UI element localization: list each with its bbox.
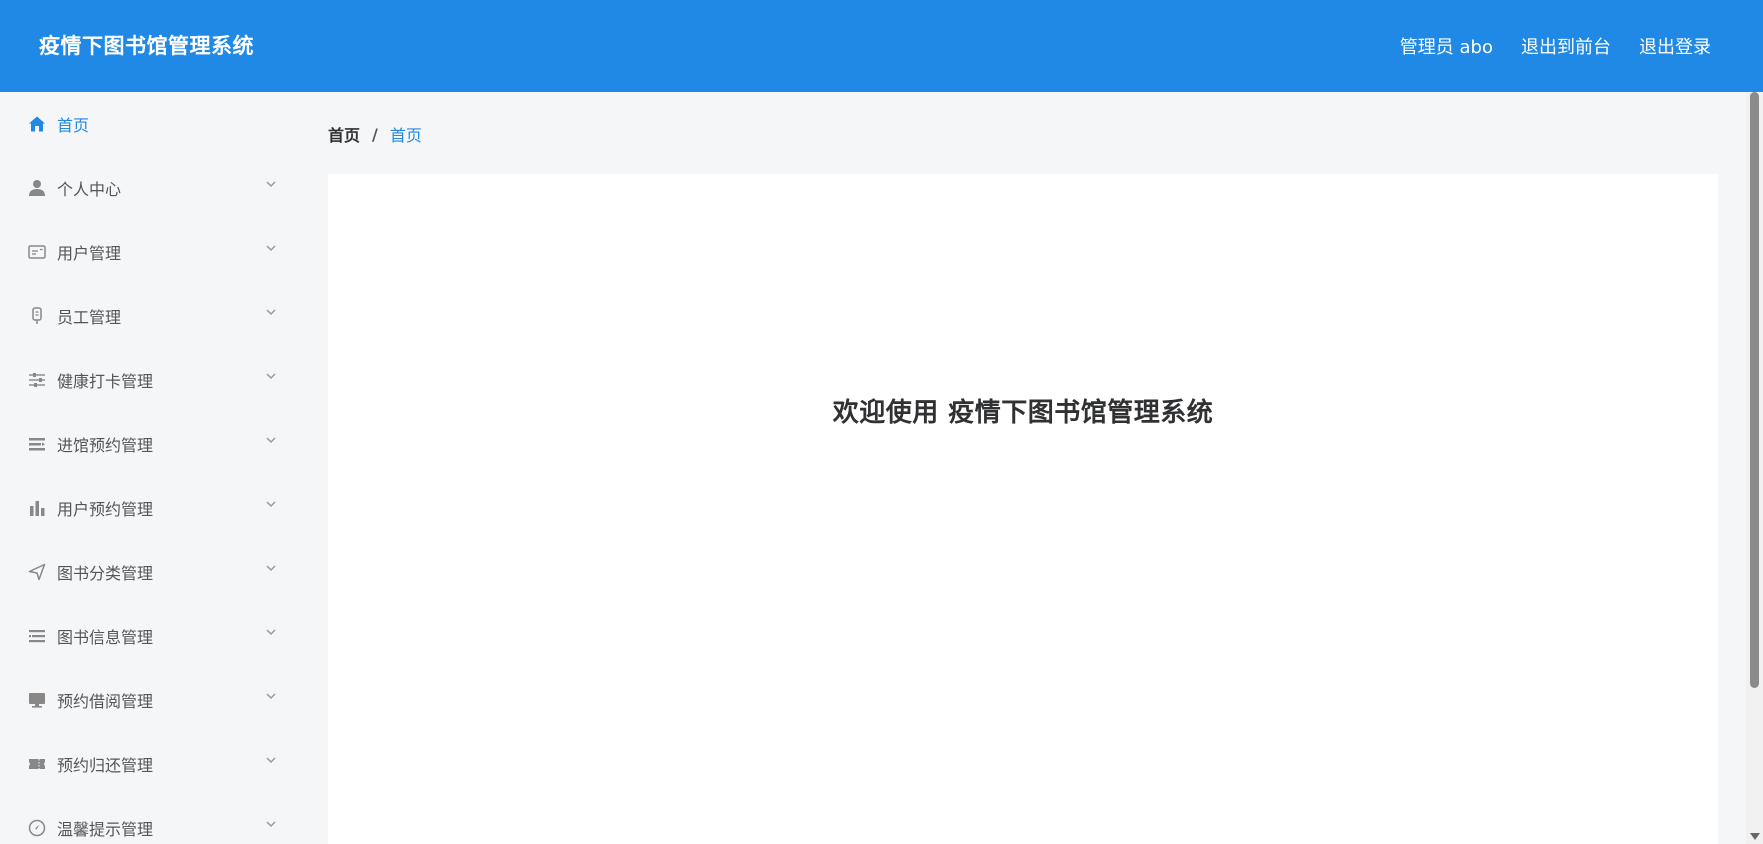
sidebar-item-label: 预约借阅管理 xyxy=(57,692,154,711)
main-area: 首页 / 首页 欢迎使用 疫情下图书馆管理系统 xyxy=(300,92,1746,844)
scrollbar-thumb[interactable] xyxy=(1750,92,1759,688)
sidebar-item-label: 预约归还管理 xyxy=(57,756,154,775)
sidebar-item-return-reservation[interactable]: 预约归还管理 xyxy=(0,732,300,796)
chevron-down-icon xyxy=(266,373,276,380)
user-icon xyxy=(27,178,47,198)
chevron-down-icon xyxy=(266,693,276,700)
sidebar-item-label: 首页 xyxy=(57,116,90,135)
sidebar-item-label: 图书信息管理 xyxy=(57,628,154,647)
app-title: 疫情下图书馆管理系统 xyxy=(39,34,254,58)
chevron-down-icon xyxy=(266,245,276,252)
ticket-icon xyxy=(27,754,47,774)
scroll-down-arrow-icon[interactable] xyxy=(1750,833,1760,840)
vertical-scrollbar[interactable] xyxy=(1746,92,1763,844)
breadcrumb: 首页 / 首页 xyxy=(328,122,422,146)
breadcrumb-separator: / xyxy=(372,124,378,144)
chevron-down-icon xyxy=(266,821,276,828)
sliders-icon xyxy=(27,370,47,390)
chevron-down-icon xyxy=(266,565,276,572)
sidebar-item-user-reservation[interactable]: 用户预约管理 xyxy=(0,476,300,540)
sidebar-item-label: 员工管理 xyxy=(57,308,122,327)
chevron-down-icon xyxy=(266,437,276,444)
chevron-down-icon xyxy=(266,629,276,636)
chevron-down-icon xyxy=(266,501,276,508)
compass-icon xyxy=(27,818,47,838)
sidebar: 首页 个人中心 用户管理 员工管理 健康打卡管理 进馆预约管理 用户预约管理 图… xyxy=(0,92,300,844)
sidebar-item-entry-reservation[interactable]: 进馆预约管理 xyxy=(0,412,300,476)
sidebar-item-staff-management[interactable]: 员工管理 xyxy=(0,284,300,348)
chevron-down-icon xyxy=(266,757,276,764)
breadcrumb-current: 首页 xyxy=(389,126,422,145)
sidebar-item-borrow-reservation[interactable]: 预约借阅管理 xyxy=(0,668,300,732)
sidebar-item-personal-center[interactable]: 个人中心 xyxy=(0,156,300,220)
logout-link[interactable]: 退出登录 xyxy=(1639,33,1711,59)
badge-icon xyxy=(27,306,47,326)
sidebar-item-home[interactable]: 首页 xyxy=(0,92,300,156)
list-icon xyxy=(27,434,47,454)
chevron-down-icon xyxy=(266,309,276,316)
sidebar-item-label: 用户管理 xyxy=(57,244,122,263)
header-nav: 管理员 abo 退出到前台 退出登录 xyxy=(1372,0,1711,92)
sidebar-item-health-checkin[interactable]: 健康打卡管理 xyxy=(0,348,300,412)
sidebar-item-label: 温馨提示管理 xyxy=(57,820,154,839)
chevron-down-icon xyxy=(266,181,276,188)
sidebar-item-label: 健康打卡管理 xyxy=(57,372,154,391)
content-card: 欢迎使用 疫情下图书馆管理系统 xyxy=(328,174,1718,844)
sidebar-item-label: 个人中心 xyxy=(57,180,122,199)
monitor-icon xyxy=(27,690,47,710)
id-card-icon xyxy=(27,242,47,262)
sidebar-item-label: 图书分类管理 xyxy=(57,564,154,583)
sidebar-item-book-info[interactable]: 图书信息管理 xyxy=(0,604,300,668)
sidebar-item-book-category[interactable]: 图书分类管理 xyxy=(0,540,300,604)
home-icon xyxy=(27,114,47,134)
exit-to-frontend-link[interactable]: 退出到前台 xyxy=(1521,33,1611,59)
sidebar-item-label: 进馆预约管理 xyxy=(57,436,154,455)
breadcrumb-home[interactable]: 首页 xyxy=(328,122,360,146)
sidebar-item-label: 用户预约管理 xyxy=(57,500,154,519)
navigation-icon xyxy=(27,562,47,582)
menu-lines-icon xyxy=(27,626,47,646)
sidebar-item-user-management[interactable]: 用户管理 xyxy=(0,220,300,284)
bar-chart-icon xyxy=(27,498,47,518)
welcome-heading: 欢迎使用 疫情下图书馆管理系统 xyxy=(832,398,1214,428)
top-header: 疫情下图书馆管理系统 管理员 abo 退出到前台 退出登录 xyxy=(0,0,1763,92)
admin-user-label[interactable]: 管理员 abo xyxy=(1400,33,1493,59)
sidebar-item-warm-tips[interactable]: 温馨提示管理 xyxy=(0,796,300,844)
